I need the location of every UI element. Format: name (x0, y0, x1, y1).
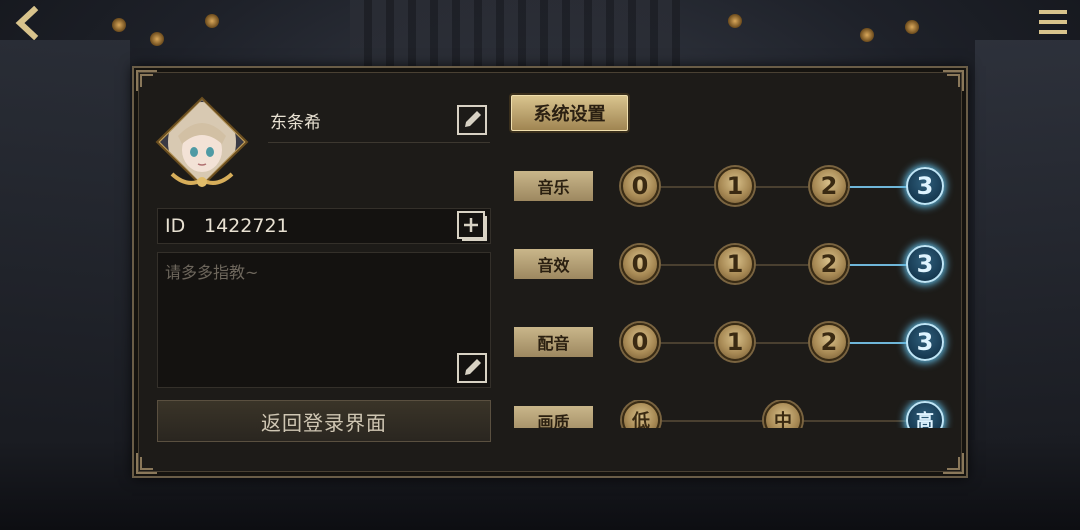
setting-label-music: 音乐 (514, 171, 593, 201)
setting-label-voice: 配音 (514, 327, 593, 357)
lamp-decoration (112, 18, 126, 32)
username: 东条希 (270, 113, 321, 133)
copy-id-button[interactable] (456, 210, 488, 242)
music-option-0[interactable]: 0 (621, 167, 659, 205)
lamp-decoration (860, 28, 874, 42)
voice-option-3[interactable]: 3 (906, 323, 944, 361)
bio-placeholder: 请多多指教~ (165, 263, 259, 282)
music-option-2[interactable]: 2 (810, 167, 848, 205)
voice-option-0[interactable]: 0 (621, 323, 659, 361)
setting-label-sfx: 音效 (514, 249, 593, 279)
lamp-decoration (205, 14, 219, 28)
corner-ornament (136, 453, 157, 474)
lamp-decoration (150, 32, 164, 46)
id-value: 1422721 (204, 215, 289, 237)
chevron-left-icon (15, 5, 39, 41)
add-square-icon (457, 211, 487, 241)
edit-name-button[interactable] (456, 104, 488, 136)
setting-label-quality: 画质 (514, 406, 593, 428)
edit-pencil-icon (457, 105, 487, 135)
menu-button[interactable] (1038, 8, 1068, 36)
edit-bio-button[interactable] (456, 352, 488, 384)
avatar-portrait (155, 96, 249, 188)
quality-option-low[interactable]: 低 (622, 401, 660, 428)
hamburger-menu-icon (1039, 10, 1067, 34)
tab-system-settings-label: 系统设置 (533, 104, 606, 125)
back-button[interactable] (12, 5, 46, 41)
tab-system-settings[interactable]: 系统设置 (511, 95, 628, 131)
voice-option-2[interactable]: 2 (810, 323, 848, 361)
settings-scroll-viewport[interactable]: 画质 低 中 高 (510, 400, 955, 428)
sfx-option-1[interactable]: 1 (716, 245, 754, 283)
lamp-decoration (728, 14, 742, 28)
sfx-option-0[interactable]: 0 (621, 245, 659, 283)
music-option-1[interactable]: 1 (716, 167, 754, 205)
background-left-structure (0, 40, 130, 440)
lamp-decoration (905, 20, 919, 34)
music-option-3[interactable]: 3 (906, 167, 944, 205)
sfx-option-3[interactable]: 3 (906, 245, 944, 283)
return-to-login-label: 返回登录界面 (261, 410, 387, 435)
quality-option-high[interactable]: 高 (906, 401, 944, 428)
quality-option-medium[interactable]: 中 (764, 401, 802, 428)
background-tower (350, 0, 680, 70)
avatar[interactable] (152, 96, 252, 194)
return-to-login-button[interactable]: 返回登录界面 (157, 400, 491, 442)
background-right-structure (975, 40, 1080, 440)
corner-ornament (136, 70, 157, 91)
voice-option-1[interactable]: 1 (716, 323, 754, 361)
id-label: ID (165, 215, 186, 237)
edit-pencil-icon (457, 353, 487, 383)
sfx-option-2[interactable]: 2 (810, 245, 848, 283)
corner-ornament (943, 453, 964, 474)
username-underline (268, 142, 490, 143)
corner-ornament (943, 70, 964, 91)
